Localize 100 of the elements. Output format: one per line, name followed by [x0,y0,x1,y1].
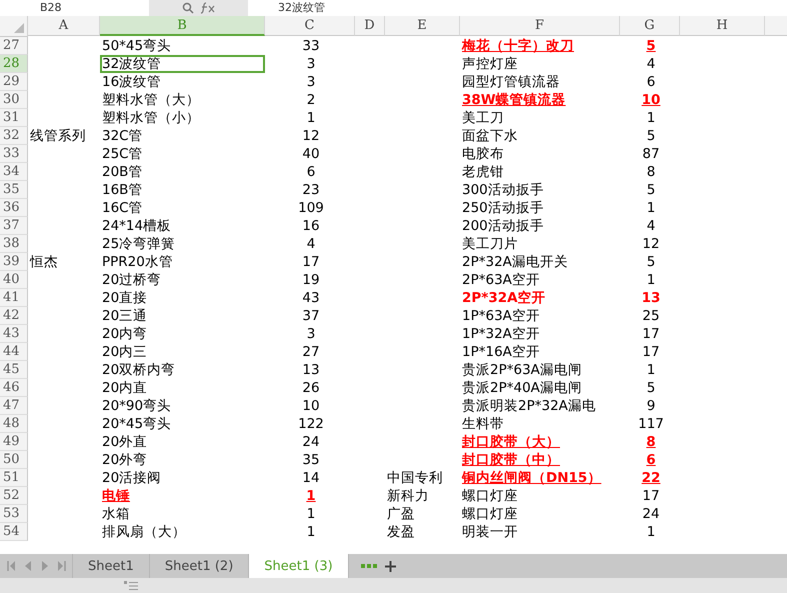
table-cell: 32波纹管 [100,55,265,73]
table-cell-text: 200活动扳手 [461,217,545,235]
table-cell-text: 13 [301,361,321,379]
table-cell-text: 2 [306,91,316,109]
column-header[interactable]: H [680,16,765,36]
table-cell-text: 明装一开 [461,523,519,541]
table-cell-text: 17 [641,487,661,505]
row-header[interactable]: 35 [0,181,28,199]
table-cell-text: 封口胶带（大） [461,433,561,451]
row-header[interactable]: 39 [0,253,28,271]
table-cell-text: 电锤 [101,487,131,505]
search-icon[interactable] [182,2,194,14]
table-cell-text: 1P*63A空开 [461,307,541,325]
table-cell-text: 16波纹管 [101,73,162,91]
table-cell-text: 1 [646,199,656,217]
table-cell-text: 22 [640,469,662,487]
table-cell-text: 螺口灯座 [461,487,519,505]
row-header[interactable]: 54 [0,523,28,541]
column-header[interactable]: D [355,16,385,36]
table-cell-text: 109 [297,199,325,217]
column-header[interactable]: E [385,16,460,36]
table-cell-text: 16 [301,217,321,235]
table-cell-text: 电胶布 [461,145,505,163]
row-header[interactable]: 48 [0,415,28,433]
row-header[interactable]: 41 [0,289,28,307]
table-cell-text: 1 [646,361,656,379]
table-cell-text: 3 [306,73,316,91]
table-cell-text: 贵派明装2P*32A漏电 [461,397,597,415]
table-cell-text: 4 [646,217,656,235]
last-sheet-icon[interactable] [58,561,66,571]
table-cell-text: 新科力 [386,487,430,505]
row-header[interactable]: 36 [0,199,28,217]
row-header[interactable]: 37 [0,217,28,235]
table-cell-text: 生料带 [461,415,505,433]
row-header[interactable]: 31 [0,109,28,127]
function-icon[interactable] [200,2,216,14]
next-sheet-icon[interactable] [40,561,48,571]
row-header[interactable]: 46 [0,379,28,397]
table-cell-text: 50*45弯头 [101,37,172,55]
row-header[interactable]: 53 [0,505,28,523]
row-header[interactable]: 34 [0,163,28,181]
table-cell-text: 122 [297,415,325,433]
table-cell-text: 27 [301,343,321,361]
table-cell-text: 6 [306,163,316,181]
first-sheet-icon[interactable] [6,561,14,571]
table-cell-text: 17 [641,343,661,361]
row-header[interactable]: 32 [0,127,28,145]
row-header[interactable]: 38 [0,235,28,253]
table-cell-text: 20*90弯头 [101,397,172,415]
column-header[interactable]: A [28,16,100,36]
row-header[interactable]: 51 [0,469,28,487]
table-cell-text: 线管系列 [29,127,87,145]
previous-sheet-icon[interactable] [24,561,32,571]
table-cell-text: 20B管 [101,163,144,181]
row-header[interactable]: 47 [0,397,28,415]
list-icon[interactable] [124,580,138,590]
table-cell-text: 12 [301,127,321,145]
cell-reference-field[interactable]: B28 [0,0,150,16]
select-all-icon[interactable] [14,23,24,33]
column-header[interactable]: C [265,16,355,36]
table-cell-text: 2P*32A漏电开关 [461,253,569,271]
table-cell-text: 24 [641,505,661,523]
column-header[interactable]: F [460,16,620,36]
row-header[interactable]: 27 [0,37,28,55]
row-header[interactable]: 43 [0,325,28,343]
table-cell-text: 8 [646,163,656,181]
row-header[interactable]: 40 [0,271,28,289]
table-cell-text: 园型灯管镇流器 [461,73,561,91]
table-cell-text: 20外弯 [101,451,148,469]
table-cell-text: 14 [301,469,321,487]
table-cell-text: 声控灯座 [461,55,519,73]
row-header[interactable]: 30 [0,91,28,109]
table-cell-text: 美工刀片 [461,235,519,253]
row-header[interactable]: 33 [0,145,28,163]
column-header[interactable]: G [620,16,680,36]
table-cell-text: 塑料水管（大） [101,91,201,109]
row-header[interactable]: 52 [0,487,28,505]
table-cell-text: 25C管 [101,145,144,163]
more-icon[interactable] [360,564,377,568]
row-header[interactable]: 50 [0,451,28,469]
table-cell-text: 中国专利 [386,469,444,487]
row-header[interactable]: 45 [0,361,28,379]
table-cell-text: 1P*16A空开 [461,343,541,361]
table-cell-text: 梅花（十字）改刀 [460,37,575,55]
row-header[interactable]: 44 [0,343,28,361]
table-cell-text: 35 [301,451,321,469]
table-cell-text: 2P*63A空开 [461,271,541,289]
row-header[interactable]: 42 [0,307,28,325]
select-all-corner[interactable] [0,16,28,37]
row-header[interactable]: 29 [0,73,28,91]
row-header[interactable]: 49 [0,433,28,451]
table-cell-text: 螺口灯座 [461,505,519,523]
table-cell-text: 20内弯 [101,325,148,343]
table-cell-text: 10 [640,91,662,109]
table-cell-text: 水箱 [101,505,131,523]
table-cell-text: 1P*32A空开 [461,325,541,343]
add-sheet-icon[interactable] [384,560,396,572]
table-cell-text: 20过桥弯 [101,271,162,289]
formula-field[interactable]: 32波纹管 [248,0,787,16]
table-cell-text: 20外直 [101,433,148,451]
